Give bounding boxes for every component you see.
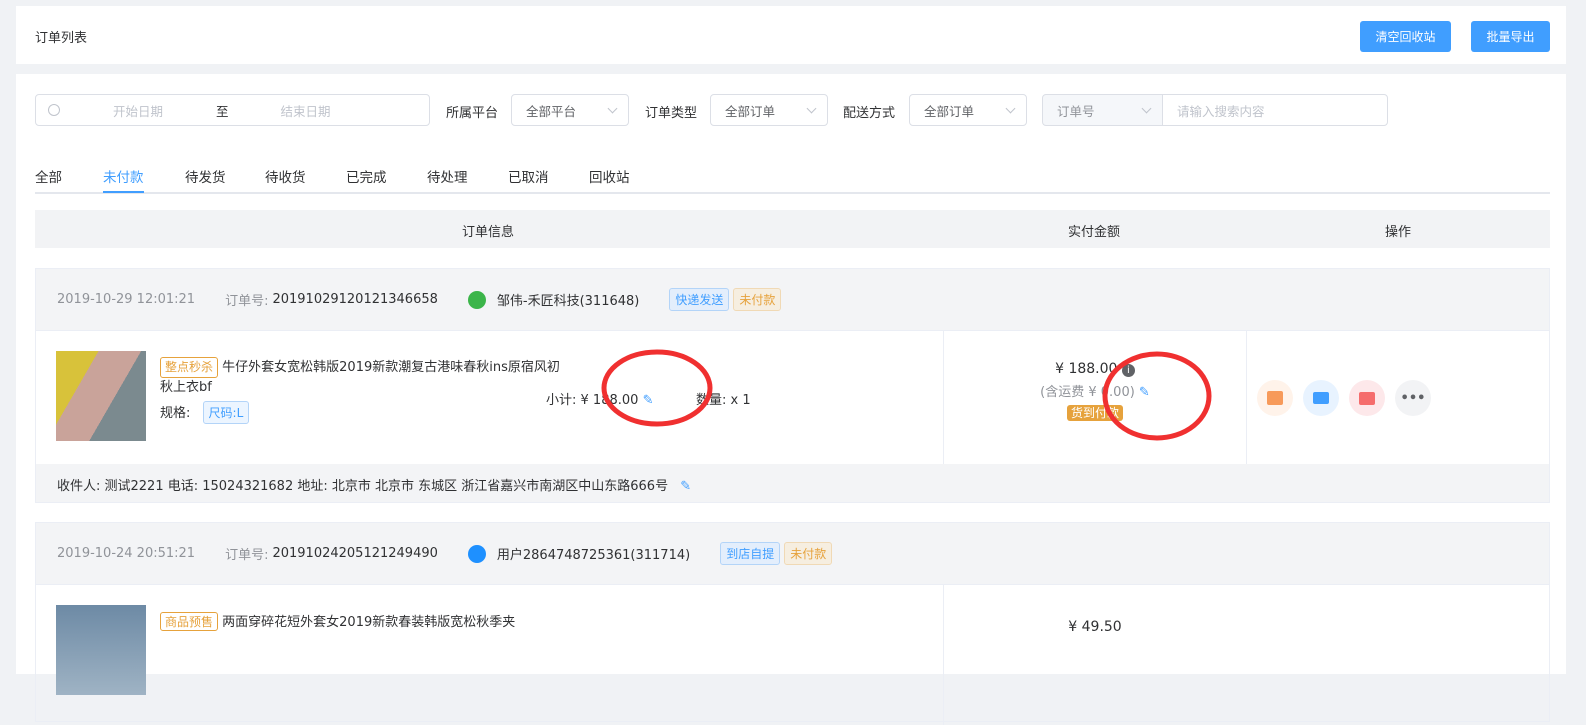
order-no: 2019102912012134665​8: [272, 292, 438, 307]
header-order-info: 订单信息: [462, 225, 515, 240]
subtotal-label: 小计:: [546, 393, 577, 408]
order-body: 整点秒杀 牛仔外套女宽松韩版2019新款潮复古港味春秋ins原宿风初秋上衣bf …: [36, 331, 1549, 464]
edit-pencil-icon[interactable]: ✎: [643, 393, 654, 408]
subtotal-value: ¥ 188.00: [580, 393, 639, 408]
table-header: 订单信息 实付金额 操作: [35, 210, 1550, 248]
tab-to-ship[interactable]: 待发货: [185, 166, 226, 186]
order-no-label: 订单号:: [225, 548, 269, 563]
clear-recycle-button[interactable]: 清空回收站: [1360, 21, 1451, 52]
order-time: 2019-10-24 20:51:21: [57, 546, 196, 561]
delivery-tag: 快递发送: [669, 288, 730, 311]
qty-label: 数量:: [696, 393, 727, 408]
bulk-export-button[interactable]: 批量导出: [1471, 21, 1550, 52]
promo-tag: 整点秒杀: [160, 357, 219, 378]
page-title: 订单列表: [35, 31, 88, 46]
delivery-select[interactable]: 全部订单: [909, 94, 1027, 126]
order-card: 2019-10-24 20:51:21 订单号: 201910242051212…: [35, 522, 1550, 725]
product-name: 两面穿碎花短外套女2019新款春装韩版宽松秋季夹: [222, 615, 516, 630]
product-spec: 规格: 尺码:L: [160, 401, 250, 424]
tab-to-receive[interactable]: 待收货: [265, 166, 306, 186]
platform-label: 所属平台: [446, 106, 499, 121]
product-title[interactable]: 商品预售 两面穿碎花短外套女2019新款春装韩版宽松秋季夹: [160, 611, 515, 631]
buyer-name: 用户2864748725361(311714): [496, 548, 691, 563]
message-icon: [1359, 391, 1375, 405]
tab-recycle[interactable]: 回收站: [589, 166, 630, 186]
tab-unpaid[interactable]: 未付款: [103, 166, 144, 186]
header-paid-amount: 实付金额: [1068, 225, 1121, 240]
action-icons: •••: [1257, 380, 1431, 416]
edit-pencil-icon[interactable]: ✎: [1139, 385, 1150, 400]
tab-all[interactable]: 全部: [35, 166, 62, 186]
delivery-label: 配送方式: [843, 106, 896, 121]
order-type-select[interactable]: 全部订单: [710, 94, 828, 126]
address-text: 收件人: 测试2221 电话: 15024321682 地址: 北京市 北京市 …: [57, 479, 669, 494]
printer-icon: [1313, 392, 1329, 404]
page-header: 订单列表 清空回收站 批量导出: [16, 6, 1566, 64]
paid-amount-cell: ¥ 188.00 i (含运费 ¥ 0.00) ✎ 货到付款: [944, 361, 1246, 421]
paid-amount: ¥ 49.50: [1068, 619, 1122, 635]
tabs-divider: [35, 192, 1550, 194]
order-card: 2019-10-29 12:01:21 订单号: 201910291201213…: [35, 268, 1550, 503]
order-no-label: 订单号:: [225, 294, 269, 309]
order-type-label: 订单类型: [645, 106, 698, 121]
order-time: 2019-10-29 12:01:21: [57, 292, 196, 307]
search-field-select[interactable]: 订单号: [1042, 94, 1163, 126]
tab-completed[interactable]: 已完成: [346, 166, 387, 186]
product-name: 牛仔外套女宽松韩版2019新款潮复古港味春秋ins原宿风初秋上衣bf: [160, 360, 560, 395]
column-divider: [1246, 331, 1247, 464]
order-address: 收件人: 测试2221 电话: 15024321682 地址: 北京市 北京市 …: [36, 464, 1549, 502]
spec-tag: 尺码:L: [202, 401, 250, 424]
qty-value: x 1: [730, 393, 751, 408]
promo-tag: 商品预售: [160, 612, 219, 631]
archive-icon: [1267, 391, 1283, 405]
header-actions: 操作: [1385, 225, 1412, 240]
chevron-down-icon: [806, 103, 817, 113]
start-date-input[interactable]: 开始日期: [113, 101, 193, 120]
print-button[interactable]: [1303, 380, 1339, 416]
wechat-icon: [467, 290, 486, 309]
shipping-fee: (含运费 ¥ 0.00): [1040, 385, 1135, 400]
chevron-down-icon: [1005, 103, 1016, 113]
buyer-name: 邹伟-禾匠科技(311648): [496, 294, 640, 309]
order-header: 2019-10-24 20:51:21 订单号: 201910242051212…: [36, 523, 1549, 585]
quantity: 数量: x 1: [696, 389, 751, 408]
delivery-value: 全部订单: [924, 103, 975, 119]
search-field-value: 订单号: [1057, 103, 1095, 119]
order-header: 2019-10-29 12:01:21 订单号: 201910291201213…: [36, 269, 1549, 331]
order-no: 20191024205121249490: [272, 546, 438, 561]
status-tag: 未付款: [784, 542, 833, 565]
message-button[interactable]: [1349, 380, 1385, 416]
product-image[interactable]: [56, 351, 146, 441]
chevron-down-icon: [607, 103, 618, 113]
platform-select[interactable]: 全部平台: [511, 94, 629, 126]
payment-method-tag: 货到付款: [1066, 405, 1123, 421]
column-divider: [943, 585, 944, 725]
archive-button[interactable]: [1257, 380, 1293, 416]
clock-icon: [48, 104, 60, 116]
chevron-down-icon: [1141, 103, 1152, 113]
product-image[interactable]: [56, 605, 146, 695]
order-type-value: 全部订单: [725, 103, 776, 119]
more-icon: •••: [1400, 390, 1426, 406]
delivery-tag: 到店自提: [720, 542, 781, 565]
content-panel: 开始日期 至 结束日期 所属平台 全部平台 订单类型 全部订单 配送方式 全部订…: [16, 74, 1566, 725]
status-tag: 未付款: [733, 288, 782, 311]
spec-label: 规格:: [160, 406, 191, 421]
alipay-icon: [467, 544, 486, 563]
search-input[interactable]: 请输入搜索内容: [1162, 94, 1388, 126]
range-separator: 至: [216, 103, 229, 119]
active-tab-indicator: [103, 191, 144, 193]
subtotal: 小计: ¥ 188.00 ✎: [546, 389, 653, 408]
date-range-picker[interactable]: 开始日期 至 结束日期: [35, 94, 430, 126]
more-button[interactable]: •••: [1395, 380, 1431, 416]
end-date-input[interactable]: 结束日期: [281, 101, 331, 120]
info-icon[interactable]: i: [1121, 364, 1135, 377]
product-title[interactable]: 整点秒杀 牛仔外套女宽松韩版2019新款潮复古港味春秋ins原宿风初秋上衣bf: [160, 357, 560, 397]
platform-value: 全部平台: [526, 103, 577, 119]
paid-amount: ¥ 188.00: [1055, 361, 1118, 377]
tab-cancelled[interactable]: 已取消: [508, 166, 549, 186]
tab-pending[interactable]: 待处理: [427, 166, 468, 186]
edit-address-icon[interactable]: ✎: [680, 479, 691, 494]
